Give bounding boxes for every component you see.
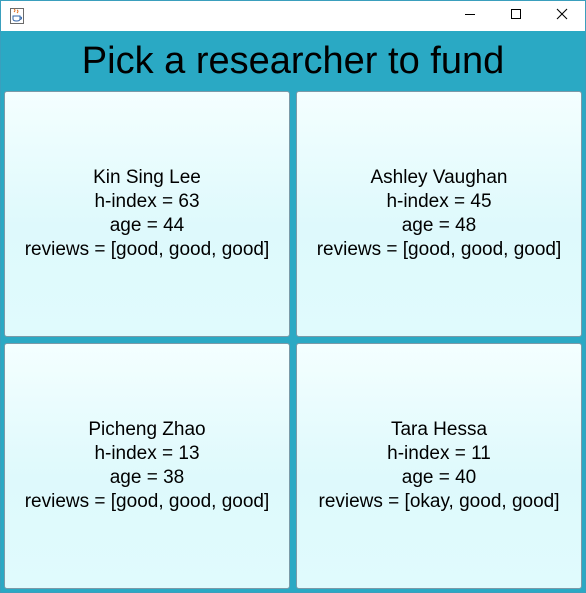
researcher-h-index: h-index = 11 — [387, 443, 491, 464]
researcher-grid: Kin Sing Lee h-index = 63 age = 44 revie… — [4, 91, 584, 591]
researcher-name: Tara Hessa — [390, 419, 488, 440]
researcher-age: age = 44 — [109, 215, 185, 236]
researcher-card-tara-hessa[interactable]: Tara Hessa h-index = 11 age = 40 reviews… — [296, 343, 582, 589]
researcher-name: Kin Sing Lee — [93, 167, 201, 188]
researcher-card-text: Tara Hessa h-index = 11 age = 40 reviews… — [319, 418, 560, 514]
researcher-card-text: Picheng Zhao h-index = 13 age = 38 revie… — [25, 418, 270, 514]
maximize-button[interactable] — [493, 1, 539, 31]
researcher-age: age = 40 — [401, 467, 477, 488]
researcher-reviews: reviews = [good, good, good] — [316, 239, 562, 260]
content-pane: Pick a researcher to fund Kin Sing Lee h… — [1, 31, 585, 592]
researcher-age: age = 48 — [401, 215, 477, 236]
java-icon[interactable] — [10, 8, 24, 24]
researcher-name: Ashley Vaughan — [370, 167, 508, 188]
researcher-h-index: h-index = 45 — [386, 191, 492, 212]
researcher-age: age = 38 — [109, 467, 185, 488]
researcher-card-text: Kin Sing Lee h-index = 63 age = 44 revie… — [25, 166, 270, 262]
researcher-reviews: reviews = [good, good, good] — [24, 491, 270, 512]
researcher-reviews: reviews = [good, good, good] — [24, 239, 270, 260]
researcher-card-picheng-zhao[interactable]: Picheng Zhao h-index = 13 age = 38 revie… — [4, 343, 290, 589]
researcher-h-index: h-index = 13 — [94, 443, 200, 464]
maximize-icon — [510, 7, 522, 25]
close-icon — [556, 7, 568, 25]
researcher-reviews: reviews = [okay, good, good] — [318, 491, 560, 512]
researcher-card-text: Ashley Vaughan h-index = 45 age = 48 rev… — [317, 166, 562, 262]
page-title: Pick a researcher to fund — [81, 40, 505, 82]
researcher-card-ashley-vaughan[interactable]: Ashley Vaughan h-index = 45 age = 48 rev… — [296, 91, 582, 337]
minimize-button[interactable] — [447, 1, 493, 31]
app-window: Pick a researcher to fund Kin Sing Lee h… — [0, 0, 586, 593]
minimize-icon — [464, 7, 476, 25]
researcher-h-index: h-index = 63 — [94, 191, 200, 212]
title-bar — [1, 1, 585, 31]
close-button[interactable] — [539, 1, 585, 31]
researcher-name: Picheng Zhao — [88, 419, 206, 440]
researcher-card-kin-sing-lee[interactable]: Kin Sing Lee h-index = 63 age = 44 revie… — [4, 91, 290, 337]
